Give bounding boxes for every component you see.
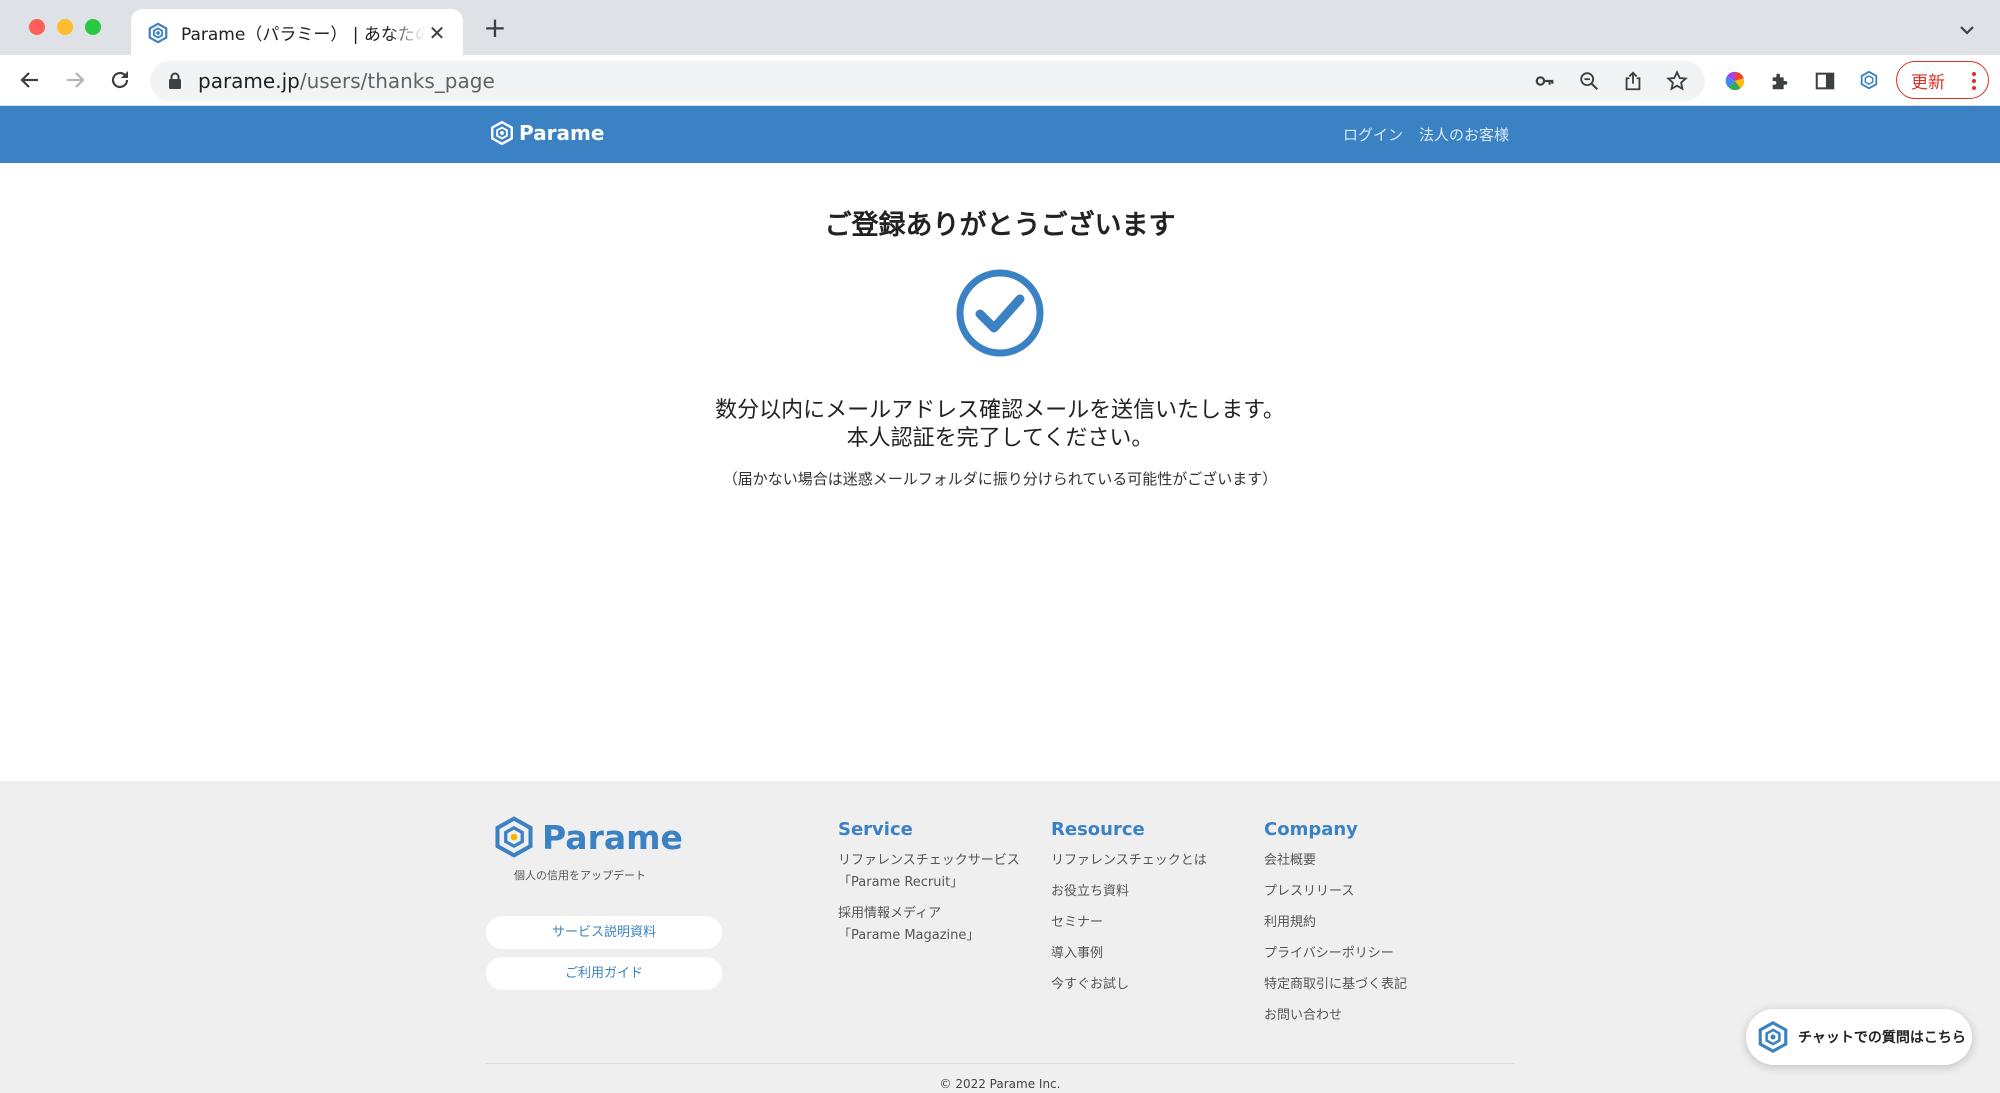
resource-heading: Resource — [1051, 819, 1145, 840]
page-title: ご登録ありがとうございます — [824, 210, 1176, 241]
back-icon[interactable] — [15, 65, 45, 95]
maximize-window-button[interactable] — [85, 19, 101, 35]
parame-extension-icon[interactable] — [1856, 68, 1882, 94]
footer-link[interactable]: セミナー — [1051, 912, 1207, 934]
header-logo[interactable]: Parame — [489, 120, 604, 146]
business-link[interactable]: 法人のお客様 — [1419, 124, 1509, 145]
url-host: parame.jp — [198, 69, 300, 93]
copyright: © 2022 Parame Inc. — [939, 1077, 1061, 1091]
footer-resource-column: Resource リファレンスチェックとは お役立ち資料 セミナー 導入事例 今… — [1051, 819, 1207, 1005]
lock-icon[interactable] — [168, 72, 182, 90]
footer-link[interactable]: お問い合わせ — [1264, 1005, 1407, 1027]
footer-logo[interactable]: Parame — [492, 815, 683, 859]
parame-logo-icon — [495, 816, 533, 858]
color-picker-extension-icon[interactable] — [1722, 68, 1748, 94]
usage-guide-button[interactable]: ご利用ガイド — [486, 957, 722, 990]
header-nav: ログイン 法人のお客様 — [1343, 124, 1509, 145]
link-line: リファレンスチェックサービス — [838, 853, 1020, 868]
footer-tagline: 個人の信用をアップデート — [514, 869, 646, 882]
url-path: /users/thanks_page — [299, 69, 495, 93]
chevron-down-icon[interactable] — [1955, 18, 1979, 42]
url-text[interactable]: parame.jp/users/thanks_page — [198, 69, 495, 93]
confirmation-message: 数分以内にメールアドレス確認メールを送信いたします。 本人認証を完了してください… — [0, 397, 2000, 453]
chat-label: チャットでの質問はこちら — [1798, 1030, 1966, 1046]
message-line-2: 本人認証を完了してください。 — [846, 426, 1154, 451]
header-logo-text: Parame — [519, 121, 605, 145]
key-icon[interactable] — [1533, 69, 1557, 93]
update-button[interactable]: 更新 — [1896, 61, 1989, 99]
update-label: 更新 — [1911, 72, 1945, 93]
footer-brand-text: Parame — [542, 817, 683, 857]
footer-service-column: Service リファレンスチェックサービス 「Parame Recruit」 … — [838, 819, 1020, 956]
reload-icon[interactable] — [105, 65, 135, 95]
footer-link[interactable]: リファレンスチェックとは — [1051, 850, 1207, 872]
footer-link[interactable]: お役立ち資料 — [1051, 881, 1207, 903]
footer-link[interactable]: 今すぐお試し — [1051, 974, 1207, 996]
service-document-button[interactable]: サービス説明資料 — [486, 916, 722, 949]
check-circle-icon — [955, 268, 1045, 358]
footer-link[interactable]: 特定商取引に基づく表記 — [1264, 974, 1407, 996]
site-header: Parame ログイン 法人のお客様 — [0, 106, 2000, 163]
link-line: 「Parame Magazine」 — [838, 928, 980, 943]
company-heading: Company — [1264, 819, 1358, 840]
browser-chrome: Parame（パラミー） | あなたの"信頼" ✕ + parame.jp/us… — [0, 0, 2000, 106]
browser-tab[interactable]: Parame（パラミー） | あなたの"信頼" ✕ — [131, 9, 463, 56]
address-bar[interactable]: parame.jp/users/thanks_page — [150, 61, 1705, 101]
footer-link-recruit[interactable]: リファレンスチェックサービス 「Parame Recruit」 — [838, 850, 1020, 894]
parame-logo-icon — [148, 22, 168, 43]
site-footer: Parame 個人の信用をアップデート サービス説明資料 ご利用ガイド Serv… — [0, 781, 2000, 1093]
close-window-button[interactable] — [29, 19, 45, 35]
bookmark-star-icon[interactable] — [1665, 69, 1689, 93]
footer-company-column: Company 会社概要 プレスリリース 利用規約 プライバシーポリシー 特定商… — [1264, 819, 1407, 1036]
footer-link[interactable]: プレスリリース — [1264, 881, 1407, 903]
extensions-puzzle-icon[interactable] — [1767, 68, 1793, 94]
footer-divider — [486, 1063, 1514, 1064]
footer-link[interactable]: 導入事例 — [1051, 943, 1207, 965]
footer-link[interactable]: プライバシーポリシー — [1264, 943, 1407, 965]
tab-strip: Parame（パラミー） | あなたの"信頼" ✕ + — [0, 0, 2000, 56]
more-vert-icon — [1972, 72, 1976, 90]
link-line: 採用情報メディア — [838, 906, 942, 921]
new-tab-icon[interactable]: + — [480, 13, 510, 43]
parame-logo-icon — [1758, 1021, 1788, 1053]
share-icon[interactable] — [1621, 69, 1645, 93]
login-link[interactable]: ログイン — [1343, 124, 1403, 145]
browser-toolbar: parame.jp/users/thanks_page 更新 — [0, 55, 2000, 106]
spam-folder-note: （届かない場合は迷惑メールフォルダに振り分けられている可能性がございます） — [722, 470, 1278, 488]
parame-logo-icon — [491, 120, 513, 146]
service-heading: Service — [838, 819, 913, 840]
zoom-out-icon[interactable] — [1577, 69, 1601, 93]
forward-icon[interactable] — [60, 65, 90, 95]
chat-widget-button[interactable]: チャットでの質問はこちら — [1746, 1009, 1972, 1065]
footer-link-magazine[interactable]: 採用情報メディア 「Parame Magazine」 — [838, 903, 1020, 947]
footer-link[interactable]: 会社概要 — [1264, 850, 1407, 872]
tab-title: Parame（パラミー） | あなたの"信頼" — [181, 25, 425, 45]
side-panel-icon[interactable] — [1812, 68, 1838, 94]
minimize-window-button[interactable] — [57, 19, 73, 35]
tab-close-icon[interactable]: ✕ — [425, 21, 449, 45]
footer-link[interactable]: 利用規約 — [1264, 912, 1407, 934]
message-line-1: 数分以内にメールアドレス確認メールを送信いたします。 — [715, 398, 1285, 423]
link-line: 「Parame Recruit」 — [838, 875, 964, 890]
